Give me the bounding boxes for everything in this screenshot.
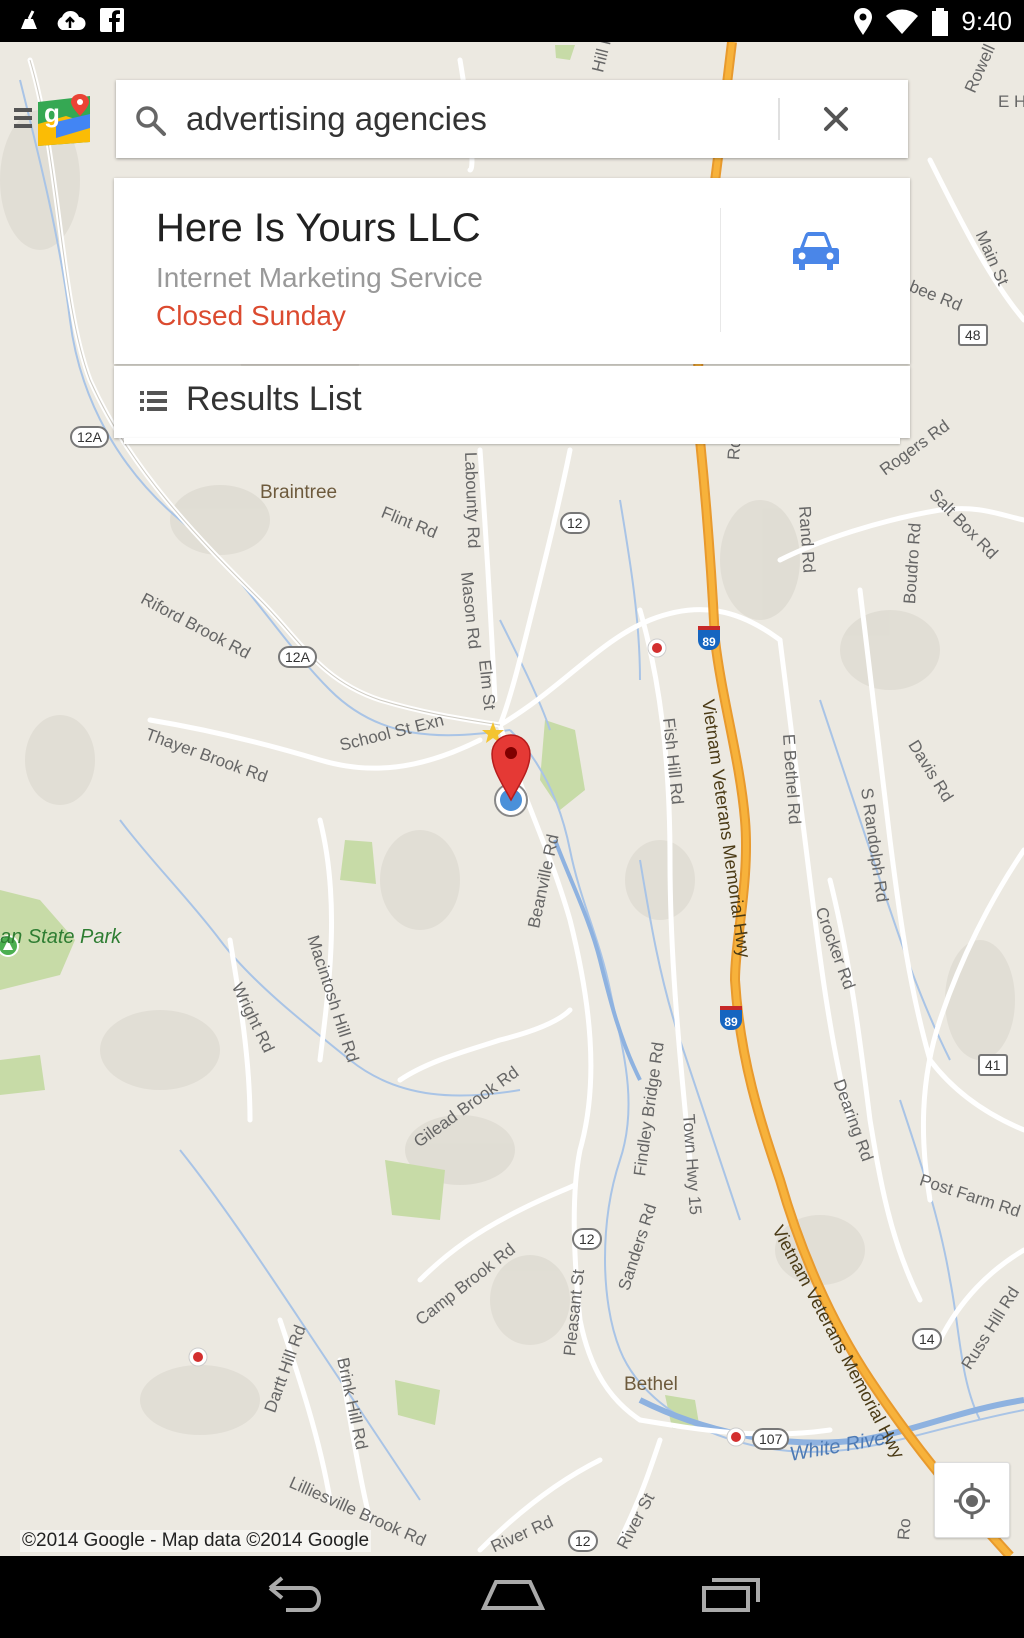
recents-button[interactable] (686, 1570, 776, 1626)
map-label-road: Ro (894, 1517, 915, 1541)
status-bar: 9:40 (0, 0, 1024, 42)
route-shield: 12A (278, 646, 317, 668)
screen: 9:40 Braintree Bethel an State Park Whit… (0, 0, 1024, 1638)
map-label-road: E H (998, 92, 1024, 111)
cloud-upload-icon (57, 10, 86, 30)
recents-icon (702, 1578, 760, 1612)
map-label-town: Braintree (260, 482, 338, 503)
clear-search-button[interactable] (806, 92, 866, 146)
home-icon (480, 1580, 546, 1610)
route-shield: 41 (978, 1054, 1008, 1076)
results-list-button[interactable]: Results List (114, 366, 910, 438)
map-label-town: Bethel (624, 1374, 678, 1395)
place-result-card[interactable]: Here Is Yours LLC Internet Marketing Ser… (114, 178, 910, 364)
facebook-icon (100, 8, 124, 32)
home-button[interactable] (468, 1570, 558, 1626)
interstate-shield: 89 (698, 626, 720, 650)
search-input[interactable]: advertising agencies (186, 98, 487, 140)
place-category: Internet Marketing Service (156, 262, 483, 293)
interstate-shield: 89 (720, 1006, 742, 1030)
search-bar[interactable]: advertising agencies (116, 80, 908, 158)
place-title: Here Is Yours LLC (156, 206, 481, 250)
route-shield: 12 (572, 1228, 602, 1250)
status-bar-system: 9:40 (853, 6, 1012, 37)
place-hours-status: Closed Sunday (156, 300, 346, 331)
battery-icon (932, 7, 949, 36)
list-icon (140, 391, 167, 411)
car-icon (793, 232, 839, 270)
search-divider (778, 98, 780, 140)
map-label-road: Labounty Rd (461, 451, 484, 549)
svg-text:g: g (44, 98, 60, 128)
cleaner-icon (21, 10, 37, 29)
route-shield: 107 (752, 1428, 790, 1450)
navigation-bar (0, 1556, 1024, 1638)
google-maps-logo: g (38, 94, 90, 146)
location-icon (854, 7, 873, 35)
my-location-button[interactable] (934, 1462, 1010, 1538)
card-divider (720, 208, 721, 332)
results-list-label: Results List (186, 380, 362, 418)
card-stack-edge (124, 438, 900, 444)
route-shield: 12 (568, 1530, 598, 1552)
clock: 9:40 (961, 6, 1012, 36)
wifi-icon (886, 9, 919, 34)
route-shield: 48 (958, 324, 988, 346)
directions-button[interactable] (722, 178, 910, 364)
my-location-icon (954, 1483, 990, 1519)
status-bar-notifications (18, 8, 124, 32)
route-shield: 12A (70, 426, 109, 448)
back-icon (268, 1576, 321, 1612)
back-button[interactable] (248, 1570, 338, 1626)
close-icon (824, 107, 848, 131)
search-icon[interactable] (134, 104, 168, 138)
map-copyright: ©2014 Google - Map data ©2014 Google (20, 1530, 372, 1552)
route-shield: 12 (560, 512, 590, 534)
map-label-park: an State Park (0, 926, 122, 948)
menu-button[interactable]: g (10, 94, 100, 154)
route-shield: 14 (912, 1328, 942, 1350)
